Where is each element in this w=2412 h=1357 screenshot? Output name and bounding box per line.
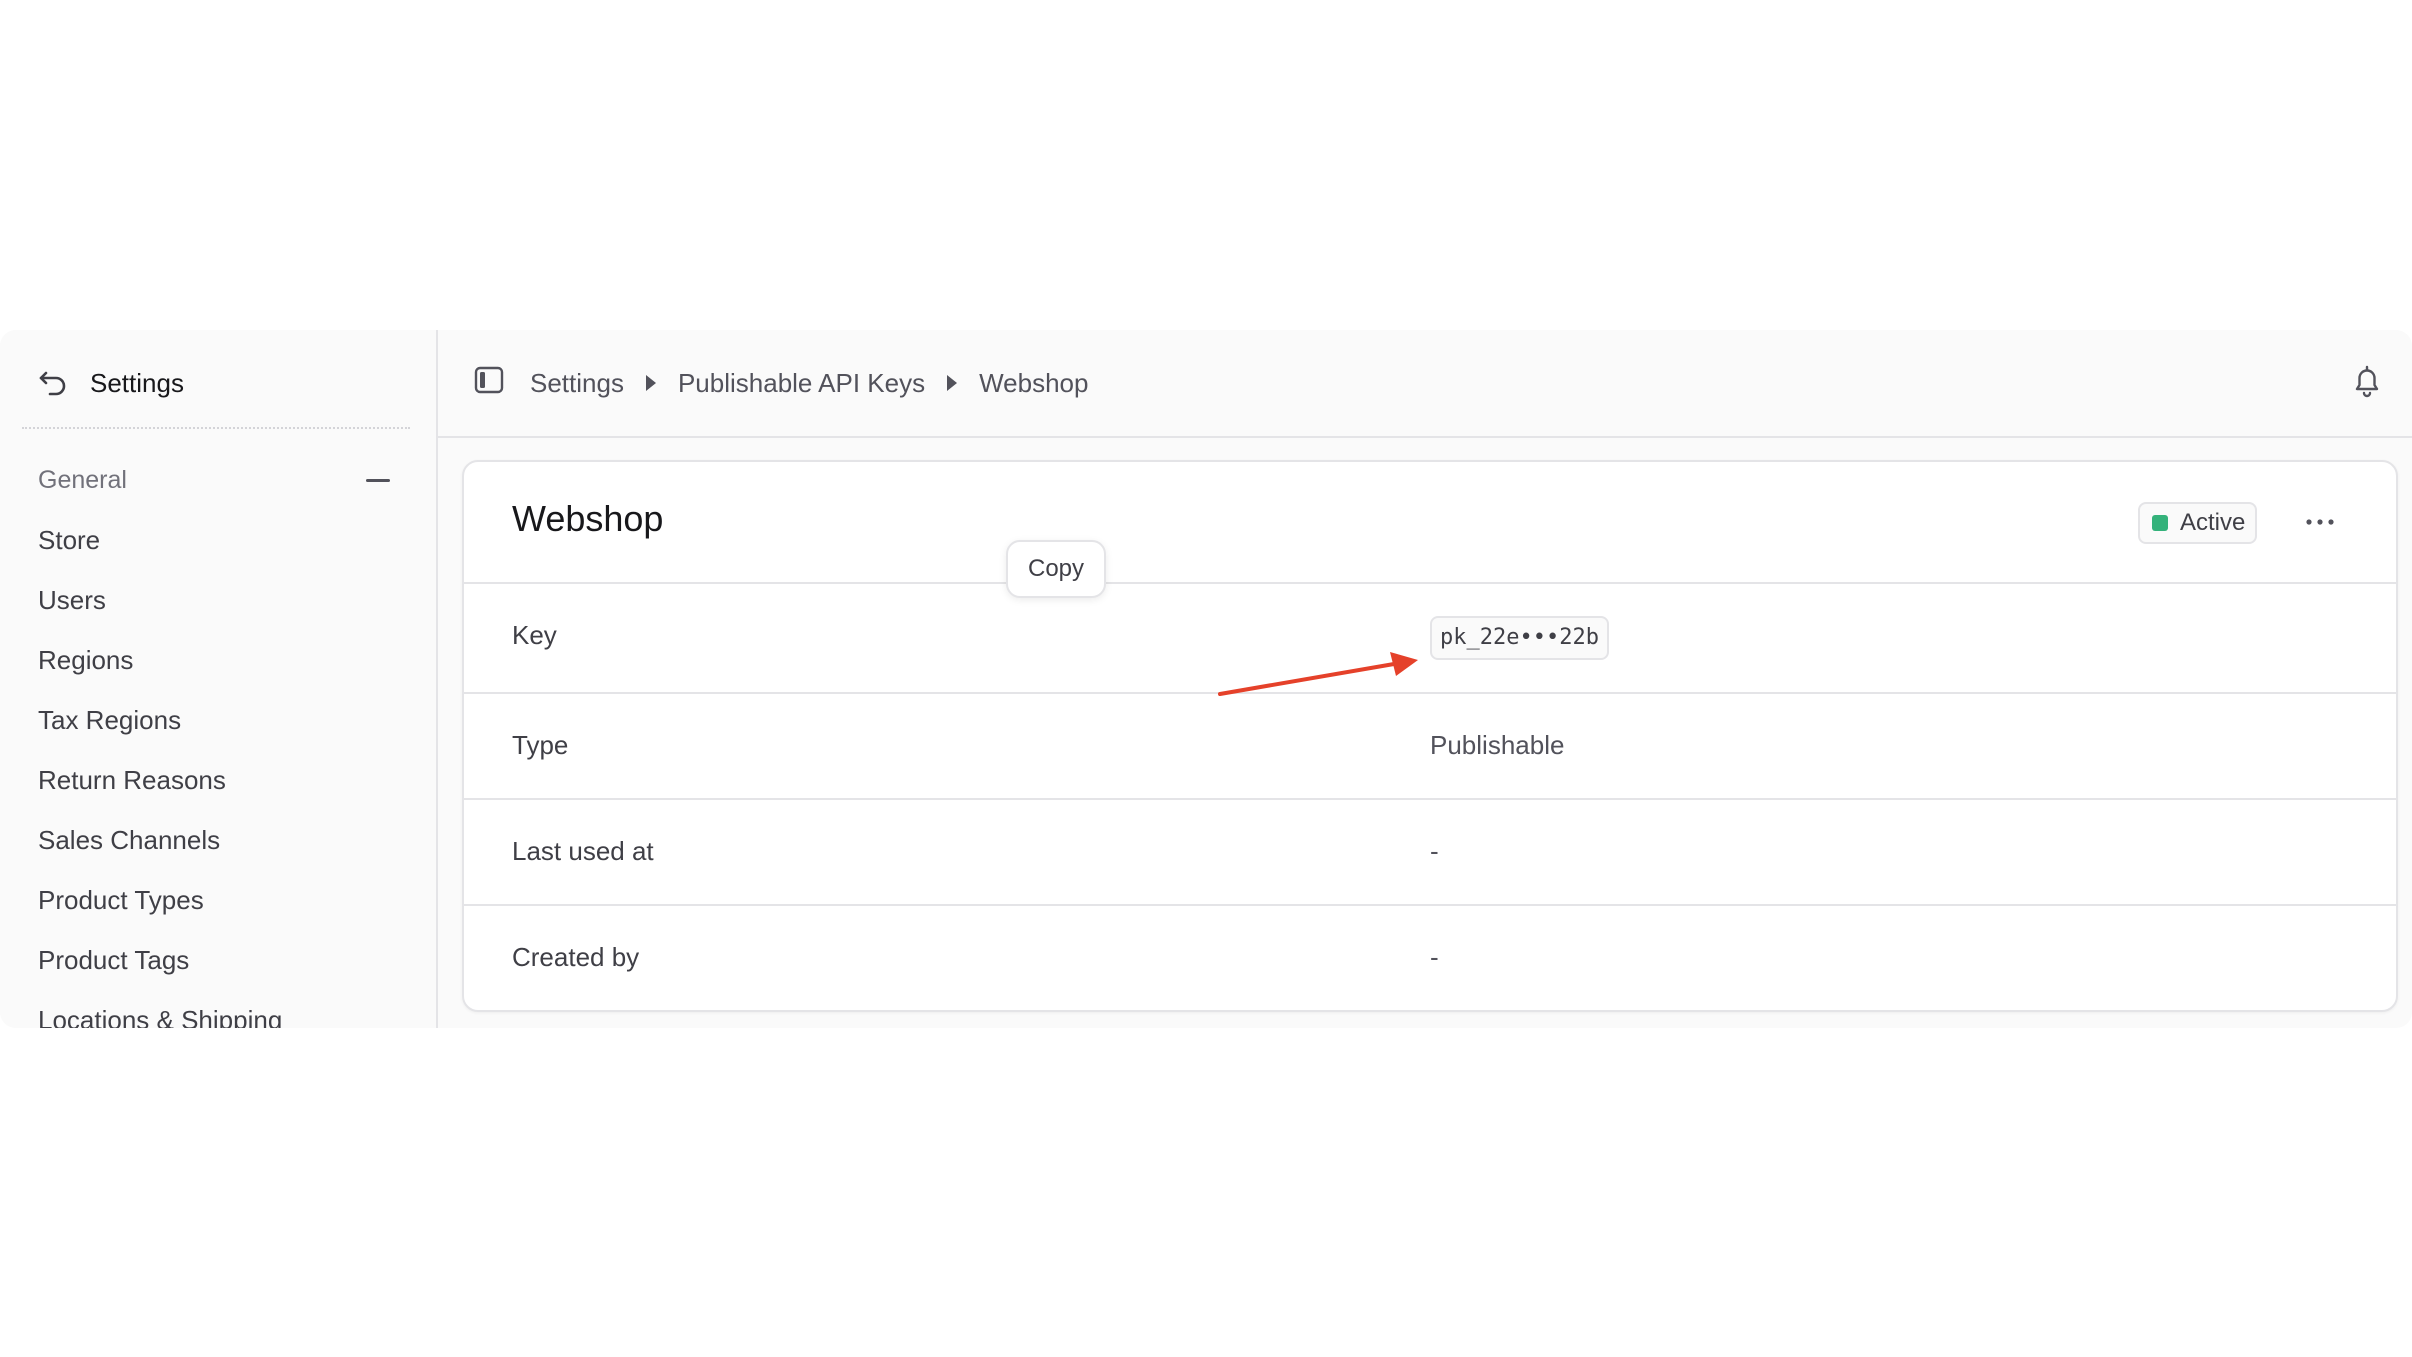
sidebar-item-return-reasons[interactable]: Return Reasons [38, 758, 282, 818]
sidebar-back-link[interactable]: Settings [38, 360, 184, 406]
app-window: Settings General Store Users Regions Tax… [0, 330, 2412, 1028]
row-type: Type Publishable [464, 694, 2396, 800]
settings-sidebar: Settings General Store Users Regions Tax… [0, 330, 438, 1028]
status-label: Active [2180, 509, 2246, 536]
api-key-value[interactable]: pk_22e•••22b [1430, 616, 1609, 660]
copy-tooltip: Copy [1006, 540, 1107, 598]
breadcrumb-separator-icon [645, 375, 656, 391]
card-header: Webshop Active [464, 462, 2396, 584]
status-badge: Active [2138, 502, 2258, 544]
breadcrumb-webshop: Webshop [979, 367, 1089, 398]
sidebar-item-sales-channels[interactable]: Sales Channels [38, 818, 282, 878]
row-key: Key pk_22e•••22b [464, 584, 2396, 694]
bell-icon[interactable] [2352, 364, 2382, 403]
row-last-used: Last used at - [464, 800, 2396, 906]
row-created-by-label: Created by [512, 942, 640, 972]
annotation-arrow-icon [1218, 652, 1418, 696]
sidebar-item-product-types[interactable]: Product Types [38, 878, 282, 938]
sidebar-item-locations-shipping[interactable]: Locations & Shipping [38, 998, 282, 1028]
sidebar-toggle-icon[interactable] [474, 366, 504, 399]
page-title: Webshop [512, 498, 664, 539]
sidebar-divider [22, 427, 410, 429]
row-key-label: Key [512, 620, 557, 650]
sidebar-title: Settings [90, 367, 184, 398]
sidebar-nav: Store Users Regions Tax Regions Return R… [38, 518, 282, 1028]
row-created-by-value: - [1430, 942, 1439, 972]
breadcrumb: Settings Publishable API Keys Webshop [530, 360, 1088, 406]
ellipsis-icon [2306, 519, 2334, 525]
back-arrow-icon [38, 370, 68, 396]
sidebar-item-tax-regions[interactable]: Tax Regions [38, 698, 282, 758]
row-type-value: Publishable [1430, 730, 1565, 760]
breadcrumb-publishable-api-keys[interactable]: Publishable API Keys [678, 368, 925, 399]
sidebar-item-users[interactable]: Users [38, 578, 282, 638]
api-key-card: Webshop Active Key pk_22e•••22b Type Pub… [462, 460, 2398, 1012]
breadcrumb-settings[interactable]: Settings [530, 368, 624, 399]
main-content: Settings Publishable API Keys Webshop We… [438, 330, 2412, 1028]
breadcrumb-separator-icon [947, 375, 958, 391]
row-created-by: Created by - [464, 906, 2396, 1010]
status-dot-icon [2152, 515, 2168, 531]
minus-icon[interactable] [366, 478, 390, 482]
section-general[interactable]: General [38, 458, 390, 502]
topbar: Settings Publishable API Keys Webshop [438, 330, 2412, 438]
section-general-label: General [38, 465, 127, 494]
sidebar-item-regions[interactable]: Regions [38, 638, 282, 698]
row-type-label: Type [512, 730, 569, 760]
more-actions-button[interactable] [2298, 502, 2342, 542]
sidebar-item-product-tags[interactable]: Product Tags [38, 938, 282, 998]
row-last-used-label: Last used at [512, 836, 654, 866]
sidebar-item-store[interactable]: Store [38, 518, 282, 578]
row-last-used-value: - [1430, 836, 1439, 866]
